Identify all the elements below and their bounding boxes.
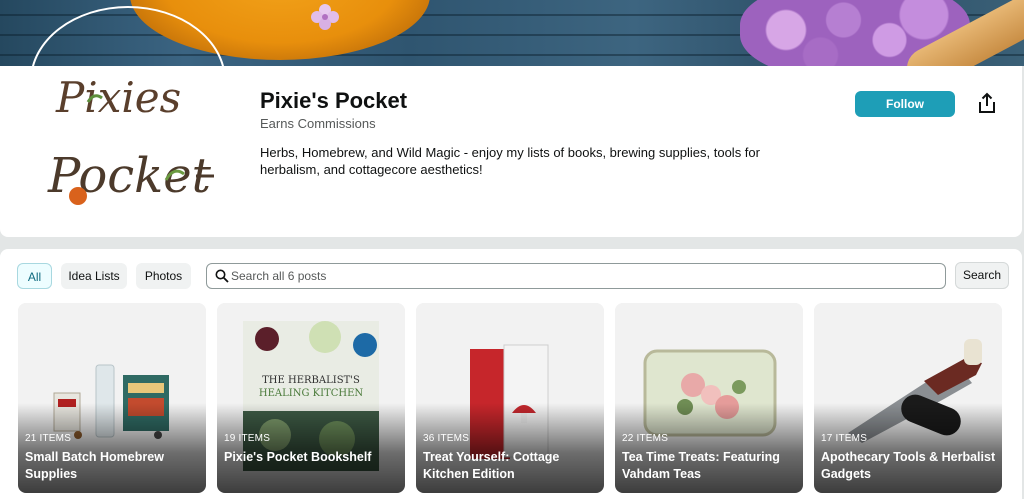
post-card[interactable]: 17 ITEMS Apothecary Tools & Herbalist Ga… (814, 303, 1002, 493)
search-input[interactable] (231, 267, 931, 285)
posts-section: All Idea Lists Photos Search 21 ITE (0, 249, 1022, 499)
post-title: Pixie's Pocket Bookshelf (224, 450, 372, 464)
profile-logo: Pixies Pocket (47, 73, 214, 205)
post-shade (217, 403, 405, 493)
post-title: Apothecary Tools & Herbalist Gadgets (821, 450, 996, 481)
post-item-count: 19 ITEMS (224, 433, 271, 444)
post-item-count: 36 ITEMS (423, 433, 470, 444)
profile-card: Pixies Pocket Pixie's Pocket Earns Commi… (0, 6, 1022, 237)
filter-all[interactable]: All (17, 263, 52, 289)
post-item-count: 21 ITEMS (25, 433, 72, 444)
search-button[interactable]: Search (955, 262, 1009, 289)
post-card[interactable]: 22 ITEMS Tea Time Treats: Featuring Vahd… (615, 303, 803, 493)
follow-button[interactable]: Follow (855, 91, 955, 117)
book-cover-title: THE HERBALIST'S (262, 375, 360, 386)
earns-commissions-label: Earns Commissions (260, 116, 376, 131)
post-title: Small Batch Homebrew Supplies (25, 450, 164, 481)
profile-bio: Herbs, Homebrew, and Wild Magic - enjoy … (260, 145, 760, 177)
logo-text-line1: Pixies (55, 73, 181, 122)
post-item-count: 22 ITEMS (622, 433, 669, 444)
search-box (206, 263, 946, 289)
profile-name: Pixie's Pocket (260, 88, 408, 113)
post-title: Treat Yourself: Cottage Kitchen Edition (423, 450, 560, 481)
post-card[interactable]: 36 ITEMS Treat Yourself: Cottage Kitchen… (416, 303, 604, 493)
book-cover-subtitle: HEALING KITCHEN (259, 388, 364, 399)
post-grid: 21 ITEMS Small Batch Homebrew Supplies T… (18, 303, 1008, 493)
filter-idea-lists[interactable]: Idea Lists (61, 263, 127, 289)
share-icon[interactable] (976, 92, 998, 114)
filter-photos[interactable]: Photos (136, 263, 191, 289)
post-item-count: 17 ITEMS (821, 433, 868, 444)
post-card[interactable]: 21 ITEMS Small Batch Homebrew Supplies (18, 303, 206, 493)
post-card[interactable]: THE HERBALIST'S HEALING KITCHEN 19 ITEMS… (217, 303, 405, 493)
search-icon (215, 269, 229, 283)
post-title: Tea Time Treats: Featuring Vahdam Teas (622, 450, 780, 481)
flower-icon (311, 4, 339, 30)
